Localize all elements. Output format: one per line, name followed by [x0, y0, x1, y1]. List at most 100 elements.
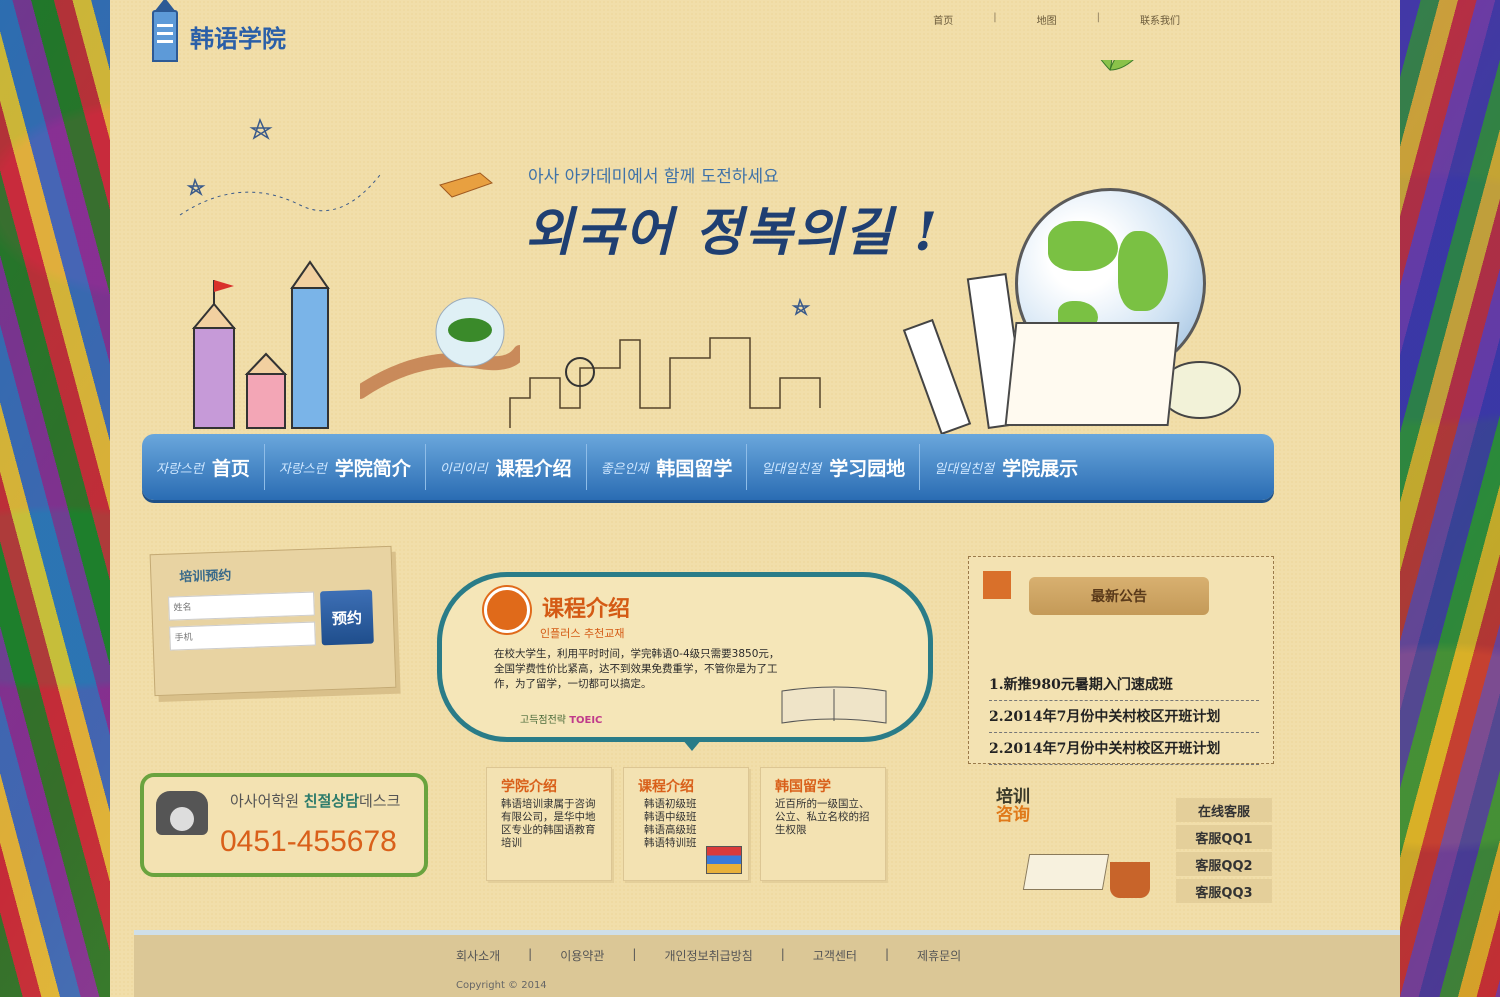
footer-links: 회사소개 | 이용약관 | 개인정보취급방침 | 고객센터 | 제휴문의	[456, 947, 989, 964]
nav-item-label: 学院展示	[1002, 457, 1079, 480]
nav-item-kr-label: 좋은인재	[600, 461, 649, 477]
city-skyline	[509, 337, 821, 428]
notice-board: 最新公告 1.新推980元暑期入门速成班 2.2014年7月份中关村校区开班计划…	[968, 556, 1274, 765]
right-painted-background	[1400, 0, 1500, 997]
card-study-abroad[interactable]: 韩国留学 近百所的一级国立、公立、私立名校的招生权限	[760, 767, 886, 881]
top-nav: 首页 | 地图 | 联系我们	[933, 12, 1220, 27]
footer-separator: |	[632, 947, 637, 961]
nav-item-label: 课程介绍	[495, 457, 572, 480]
footer-separator: |	[780, 947, 785, 961]
card-body: 韩语初级班 韩语中级班 韩语高级班 韩语特训班	[644, 798, 697, 849]
copyright: Copyright © 2014	[456, 980, 547, 991]
course-title: 课程介绍	[542, 597, 631, 622]
footer: 회사소개 | 이용약관 | 개인정보취급방침 | 고객센터 | 제휴문의 Cop…	[134, 930, 1400, 997]
site-logo[interactable]: 韩语学院	[152, 0, 286, 62]
card-title: 课程介绍	[638, 779, 694, 795]
course-subtitle: 인플러스 추천교재	[540, 627, 625, 640]
banner-headline: 외국어 정복의길 !	[525, 202, 939, 263]
nav-item-showcase[interactable]: 일대일친절 学院展示	[920, 444, 1092, 490]
footer-link[interactable]: 이용약관	[560, 947, 632, 964]
nav-item-kr-label: 이리이리	[439, 461, 488, 477]
footer-separator: |	[528, 947, 533, 961]
course-footer: 고득점전략 TOEIC	[520, 715, 603, 726]
book-icon	[1022, 854, 1110, 890]
signup-title: 培训预约	[179, 568, 232, 586]
nav-item-kr-label: 자랑스런	[156, 461, 204, 477]
pencil-illustration	[902, 318, 972, 436]
nav-item-kr-label: 자랑스런	[278, 461, 327, 477]
notice-list: 1.新推980元暑期入门速成班 2.2014年7月份中关村校区开班计划 2.20…	[989, 669, 1259, 765]
name-input[interactable]	[168, 591, 315, 621]
book-button[interactable]: 预约	[319, 589, 374, 646]
nav-item-kr-label: 일대일친절	[761, 461, 822, 477]
sprout-icon	[1100, 60, 1134, 71]
nav-item-courses[interactable]: 이리이리 课程介绍	[426, 444, 587, 490]
nav-item-study-abroad[interactable]: 좋은인재 韩国留学	[587, 444, 748, 490]
main-nav: 자랑스런 首页 자랑스런 学院简介 이리이리 课程介绍 좋은인재 韩国留学 일대…	[142, 434, 1274, 500]
left-painted-background	[0, 0, 110, 997]
nav-item-label: 学习园地	[829, 457, 906, 480]
notice-item[interactable]: 1.新推980元暑期入门速成班	[989, 669, 1259, 701]
phone-input[interactable]	[169, 621, 316, 651]
books-icon	[706, 846, 742, 874]
card-body: 韩语培训隶属于咨询有限公司，是华中地区专业的韩国语教育培训	[501, 798, 596, 849]
nav-item-learning[interactable]: 일대일친절 学习园地	[747, 444, 921, 490]
qq1-button[interactable]: 客服QQ1	[1176, 825, 1272, 849]
top-nav-contact[interactable]: 联系我们	[1140, 12, 1220, 27]
pencil-tower	[246, 373, 286, 429]
notice-item[interactable]: 2.2014年7月份中关村校区开班计划	[989, 733, 1259, 765]
top-nav-map[interactable]: 地图	[1037, 12, 1097, 27]
banner-subheading: 아사 아카데미에서 함께 도전하세요	[528, 167, 779, 187]
nav-item-home[interactable]: 자랑스런 首页	[142, 444, 265, 490]
open-book-icon	[781, 686, 887, 724]
notice-title: 最新公告	[1029, 577, 1209, 615]
pencil-logo-icon	[152, 0, 178, 62]
notice-item[interactable]: 2.2014年7月份中关村校区开班计划	[989, 701, 1259, 733]
pencil-tower	[193, 327, 235, 429]
star-icon	[791, 297, 811, 317]
star-icon	[249, 117, 273, 140]
airplane-icon	[439, 172, 493, 198]
birdhouse-icon	[983, 571, 1011, 599]
course-intro-bubble: 课程介绍 인플러스 추천교재 在校大学生，利用平时时间，学完韩语0-4级只需要3…	[437, 572, 933, 751]
footer-link[interactable]: 회사소개	[456, 947, 528, 964]
online-service-button[interactable]: 在线客服	[1176, 798, 1272, 822]
hotline-box: 아사어학원 친절상담데스크 0451-455678	[140, 773, 428, 877]
star-icon	[186, 177, 206, 197]
consult-heading: 培训 咨询	[996, 787, 1030, 825]
page-container: 韩语学院 首页 | 地图 | 联系我们 아사 아카데미에서 함께 도전하세요 외…	[110, 0, 1400, 997]
bubble-tail	[682, 739, 702, 751]
footer-separator: |	[884, 947, 890, 961]
nav-item-label: 首页	[211, 457, 250, 480]
footer-link[interactable]: 개인정보취급방침	[664, 947, 780, 964]
card-title: 学院介绍	[501, 779, 557, 795]
telephone-icon	[156, 791, 208, 835]
nav-item-about[interactable]: 자랑스런 学院简介	[265, 444, 426, 490]
qq2-button[interactable]: 客服QQ2	[1176, 852, 1272, 876]
nav-item-kr-label: 일대일친절	[934, 461, 995, 477]
top-nav-home[interactable]: 首页	[933, 12, 993, 27]
card-title: 韩国留学	[775, 779, 831, 795]
banner-illustration: 아사 아카데미에서 함께 도전하세요 외국어 정복의길 !	[110, 60, 1400, 440]
footer-link[interactable]: 고객센터	[813, 947, 885, 964]
open-book-illustration	[1004, 322, 1180, 426]
dotted-path	[179, 174, 381, 216]
card-courses[interactable]: 课程介绍 韩语初级班 韩语中级班 韩语高级班 韩语特训班	[623, 767, 749, 881]
pencil-icon	[484, 587, 530, 633]
qq3-button[interactable]: 客服QQ3	[1176, 879, 1272, 903]
flag-icon	[214, 280, 234, 292]
top-nav-separator: |	[1096, 12, 1100, 23]
logo-text: 韩语学院	[190, 23, 286, 53]
hotline-label: 아사어학원 친절상담데스크	[230, 792, 401, 810]
consult-panel: 培训 咨询 在线客服 客服QQ1 客服QQ2 客服QQ3	[990, 782, 1276, 922]
hand-holding-tree-illustration	[360, 297, 520, 399]
footer-link[interactable]: 제휴문의	[917, 947, 989, 964]
training-signup-form: 培训预约 预约	[149, 545, 397, 697]
flowerpot-icon	[1110, 862, 1150, 898]
nav-item-label: 韩国留学	[656, 457, 733, 480]
card-about[interactable]: 学院介绍 韩语培训隶属于咨询有限公司，是华中地区专业的韩国语教育培训	[486, 767, 612, 881]
hotline-number: 0451-455678	[220, 825, 397, 858]
top-nav-separator: |	[993, 12, 997, 23]
card-body: 近百所的一级国立、公立、私立名校的招生权限	[775, 798, 870, 836]
nav-item-label: 学院简介	[334, 457, 411, 480]
